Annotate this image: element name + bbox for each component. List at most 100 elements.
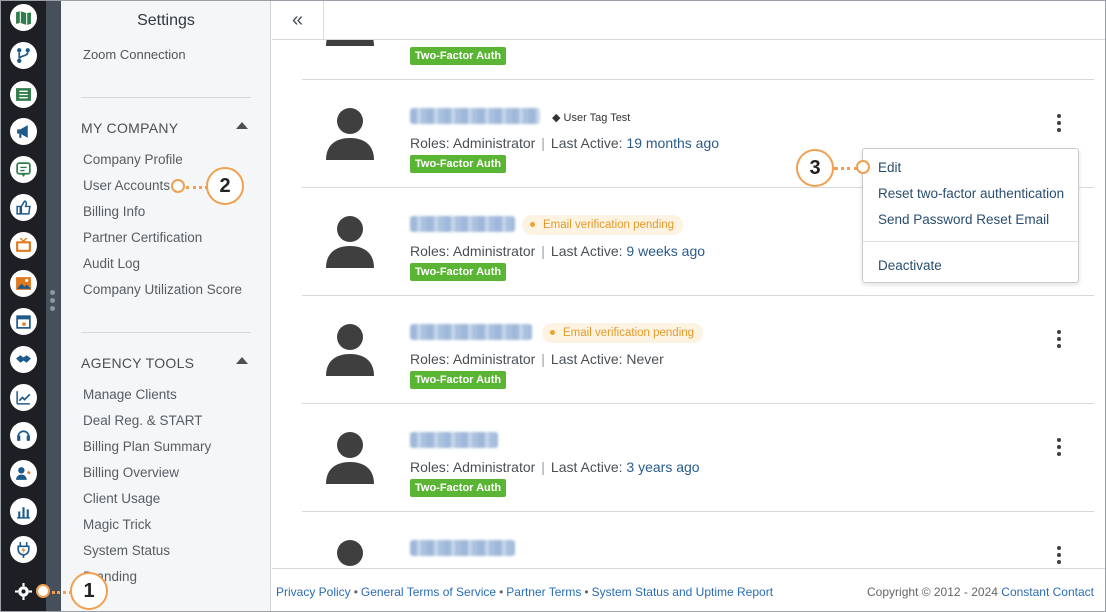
footer-link-privacy-policy[interactable]: Privacy Policy (276, 585, 351, 599)
avatar (326, 216, 374, 268)
handshake-icon[interactable] (10, 346, 37, 373)
last-active-value: 9 weeks ago (626, 243, 706, 259)
user-list: Two-Factor Auth ◆ User Tag Test Roles: A… (272, 40, 1106, 568)
tag-icon: ◆ (552, 112, 564, 124)
list-icon[interactable] (10, 81, 37, 108)
menu-item-send-password-reset[interactable]: Send Password Reset Email (878, 212, 1049, 227)
more-options-icon[interactable] (1056, 114, 1062, 134)
role-value: Administrator (452, 351, 536, 367)
calendar-icon[interactable] (10, 308, 37, 335)
section-heading-my-company[interactable]: MY COMPANY (81, 120, 178, 136)
plug-icon[interactable] (10, 536, 37, 563)
gear-icon[interactable] (12, 580, 34, 602)
avatar (326, 108, 374, 160)
footer: Privacy Policy • General Terms of Service •… (272, 568, 1106, 612)
menu-item-reset-2fa[interactable]: Reset two-factor authentication (878, 186, 1064, 201)
callout-ring (171, 179, 185, 193)
user-roles: Roles: Administrator | Last Active: 3 year… (410, 459, 700, 475)
email-pending-badge: Email verification pending (522, 215, 684, 235)
footer-links: Privacy Policy • General Terms of Service •… (276, 585, 773, 599)
sidebar-item-magic-trick[interactable]: Magic Trick (83, 517, 151, 532)
last-active-label: Last Active: (550, 243, 623, 259)
sidebar-item-deal-reg[interactable]: Deal Reg. & START (83, 413, 203, 428)
user-name-blurred[interactable] (410, 324, 532, 340)
section-divider (81, 332, 251, 333)
two-factor-badge: Two-Factor Auth (410, 263, 507, 281)
sidebar-item-company-utilization-score[interactable]: Company Utilization Score (83, 282, 242, 297)
caret-up-icon[interactable] (236, 122, 248, 129)
sidebar-item-billing-plan-summary[interactable]: Billing Plan Summary (83, 439, 211, 454)
user-name-blurred[interactable] (410, 540, 515, 556)
sidebar-item-partner-certification[interactable]: Partner Certification (83, 230, 202, 245)
sidebar-item-zoom-connection[interactable]: Zoom Connection (83, 47, 186, 62)
headset-icon[interactable] (10, 422, 37, 449)
menu-item-edit[interactable]: Edit (878, 160, 901, 175)
last-active-label: Last Active: (550, 135, 623, 151)
sidebar-item-billing-overview[interactable]: Billing Overview (83, 465, 179, 480)
row-actions-menu: Edit Reset two-factor authentication Sen… (862, 148, 1079, 283)
role-value: Administrator (452, 243, 536, 259)
menu-divider (863, 241, 1078, 242)
more-options-icon[interactable] (1056, 546, 1062, 566)
status-label: Email verification pending (563, 327, 695, 339)
branch-icon[interactable] (10, 42, 37, 69)
bullet: • (499, 585, 504, 599)
sidebar-item-client-usage[interactable]: Client Usage (83, 491, 160, 506)
roles-label: Roles: (410, 243, 450, 259)
callout-ring (36, 584, 50, 598)
user-tag-label: User Tag Test (563, 112, 631, 124)
caret-up-icon[interactable] (236, 357, 248, 364)
last-active-value: 3 years ago (626, 459, 700, 475)
growth-chart-icon[interactable] (10, 384, 37, 411)
sidebar-item-billing-info[interactable]: Billing Info (83, 204, 145, 219)
roles-label: Roles: (410, 351, 450, 367)
copyright-text: Copyright © 2012 - 2024 (867, 585, 998, 599)
collapse-sidebar-button[interactable]: « (272, 0, 324, 40)
bar-chart-icon[interactable] (10, 498, 37, 525)
footer-link-system-status[interactable]: System Status and Uptime Report (592, 585, 773, 599)
callout-connector (52, 591, 72, 594)
resize-grip[interactable] (50, 290, 56, 314)
callout-3: 3 (796, 149, 834, 187)
callout-2: 2 (206, 167, 244, 205)
tv-icon[interactable] (10, 232, 37, 259)
last-active-value: 19 months ago (626, 135, 720, 151)
user-name-blurred[interactable] (410, 216, 515, 232)
megaphone-icon[interactable] (10, 118, 37, 145)
user-row[interactable]: Roles: Administrator | Last Active: 3 year… (302, 404, 1094, 512)
footer-link-partner-terms[interactable]: Partner Terms (506, 585, 581, 599)
more-options-icon[interactable] (1056, 438, 1062, 458)
callout-1: 1 (70, 572, 108, 610)
user-row[interactable]: Two-Factor Auth (302, 40, 1094, 80)
callout-connector (834, 167, 858, 170)
more-options-icon[interactable] (1056, 330, 1062, 350)
sidebar-item-audit-log[interactable]: Audit Log (83, 256, 140, 271)
menu-item-deactivate[interactable]: Deactivate (878, 258, 942, 273)
user-name-blurred[interactable] (410, 108, 540, 124)
chat-icon[interactable] (10, 156, 37, 183)
callout-connector (186, 186, 208, 189)
two-factor-badge: Two-Factor Auth (410, 371, 507, 389)
settings-sidebar: Settings Zoom Connection MY COMPANY Comp… (61, 0, 271, 612)
user-tag: ◆ User Tag Test (552, 111, 630, 124)
map-icon[interactable] (10, 4, 37, 31)
user-row[interactable] (302, 512, 1094, 568)
image-icon[interactable] (10, 270, 37, 297)
bullet: • (584, 585, 589, 599)
sidebar-item-company-profile[interactable]: Company Profile (83, 152, 183, 167)
user-row[interactable]: Email verification pending Roles: Admini… (302, 296, 1094, 404)
sidebar-item-system-status[interactable]: System Status (83, 543, 170, 558)
sidebar-item-manage-clients[interactable]: Manage Clients (83, 387, 177, 402)
bullet: • (353, 585, 358, 599)
thumbs-up-icon[interactable] (10, 194, 37, 221)
user-name-blurred[interactable] (410, 432, 498, 448)
user-roles: Roles: Administrator | Last Active: Never (410, 351, 664, 367)
user-roles: Roles: Administrator | Last Active: 19 mon… (410, 135, 720, 151)
user-star-icon[interactable] (10, 460, 37, 487)
two-factor-badge: Two-Factor Auth (410, 479, 507, 497)
footer-link-general-terms[interactable]: General Terms of Service (361, 585, 496, 599)
company-link[interactable]: Constant Contact (1001, 585, 1094, 599)
app-rail (0, 0, 46, 612)
sidebar-item-user-accounts[interactable]: User Accounts (83, 178, 170, 193)
section-heading-agency-tools[interactable]: AGENCY TOOLS (81, 355, 194, 371)
